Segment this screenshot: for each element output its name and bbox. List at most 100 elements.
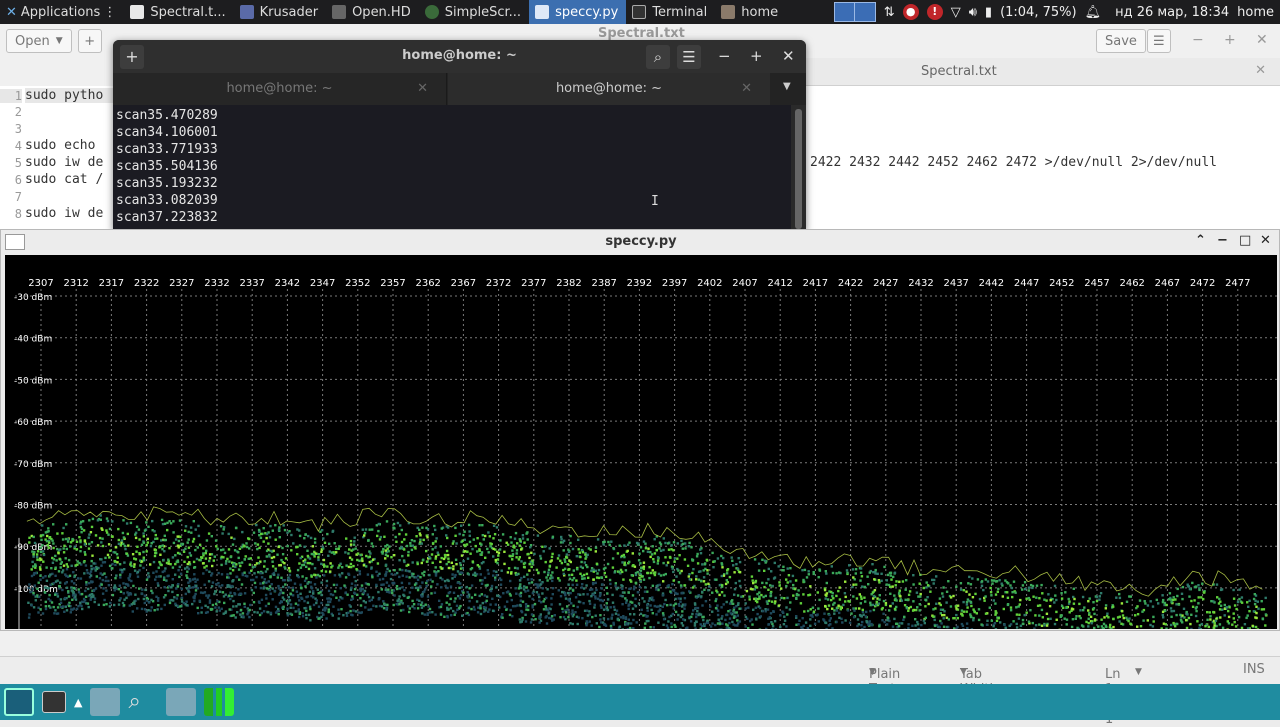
spectrum-point <box>123 604 125 606</box>
spectrum-point <box>278 546 280 548</box>
spectrum-point <box>1098 599 1100 601</box>
spectrum-point <box>700 580 702 582</box>
spectrum-point <box>939 626 941 628</box>
spectrum-point <box>60 598 62 600</box>
tab-close-icon[interactable]: ✕ <box>741 73 752 105</box>
spectrum-point <box>277 576 279 578</box>
spectrum-point <box>327 555 329 557</box>
spectrum-point <box>607 618 609 620</box>
maximize-icon[interactable]: + <box>1224 32 1236 48</box>
spectrum-point <box>736 619 738 621</box>
spectrum-point <box>529 563 531 565</box>
tab-spectral[interactable]: Spectral.txt✕ <box>806 58 1280 86</box>
spectrum-point <box>643 562 645 564</box>
taskbar-item-speccy[interactable]: speccy.py <box>529 0 626 24</box>
file-manager-icon[interactable] <box>90 688 120 716</box>
minimize-icon[interactable]: − <box>1217 233 1228 248</box>
battery-status[interactable]: (1:04, 75%) <box>1000 5 1077 20</box>
taskbar-item-openhd[interactable]: Open.HD <box>326 0 419 24</box>
maximize-icon[interactable]: □ <box>1239 233 1251 248</box>
chevron-up-icon[interactable]: ⌃ <box>1195 233 1206 248</box>
spectrum-point <box>842 604 844 606</box>
spectrum-point <box>610 627 612 629</box>
spectrum-point <box>232 600 234 602</box>
spectrum-point <box>267 542 269 544</box>
wifi-icon[interactable]: ▽ <box>951 5 961 20</box>
terminal-tab-1[interactable]: home@home: ~✕ <box>113 73 447 105</box>
spectrum-point <box>972 608 974 610</box>
spectrum-point <box>1188 617 1190 619</box>
spectrum-point <box>697 595 699 597</box>
close-icon[interactable]: ✕ <box>782 47 795 65</box>
tab-close-icon[interactable]: ✕ <box>417 73 428 105</box>
taskbar-item-home[interactable]: home <box>715 0 786 24</box>
code-line[interactable]: sudo iw de <box>25 155 103 170</box>
spectrum-point <box>323 559 325 561</box>
hamburger-menu-button[interactable]: ☰ <box>1147 29 1171 53</box>
code-line[interactable]: sudo echo <box>25 138 103 153</box>
stop-record-icon[interactable]: ● <box>903 4 919 20</box>
taskbar-item-simplescreen[interactable]: SimpleScr... <box>419 0 529 24</box>
tabs-dropdown-icon[interactable]: ▼ <box>783 81 791 92</box>
terminal-output[interactable]: scan35.470289 scan34.106001 scan33.77193… <box>113 105 806 230</box>
spectrum-point <box>195 585 197 587</box>
workspace-switcher[interactable] <box>834 2 876 22</box>
minimize-icon[interactable]: − <box>1192 32 1204 48</box>
network-icon[interactable]: ⇅ <box>884 5 895 20</box>
speccy-launcher-icon[interactable] <box>204 688 234 716</box>
spectrum-point <box>730 600 732 602</box>
spectrum-point <box>326 597 328 599</box>
search-icon[interactable]: ⌕ <box>646 45 670 69</box>
spectrum-point <box>1096 600 1098 602</box>
menu-icon[interactable]: ☰ <box>677 45 701 69</box>
taskbar-item-spectral[interactable]: Spectral.t... <box>124 0 233 24</box>
alert-icon[interactable]: ! <box>927 4 943 20</box>
code-line[interactable]: sudo iw de <box>25 206 103 221</box>
clock[interactable]: нд 26 мар, 18:34 <box>1115 5 1229 20</box>
spectrum-point <box>654 538 656 540</box>
save-button[interactable]: Save <box>1096 29 1146 53</box>
close-icon[interactable]: ✕ <box>1256 32 1268 48</box>
taskbar-item-krusader[interactable]: Krusader <box>234 0 326 24</box>
spectrum-point <box>1007 603 1009 605</box>
spectrum-point <box>468 614 470 616</box>
spectrum-point <box>677 542 679 544</box>
folder-icon[interactable] <box>166 688 196 716</box>
spectrum-point <box>627 628 629 629</box>
spectrum-point <box>730 612 732 614</box>
spectrum-point <box>1162 616 1164 618</box>
code-line-tail[interactable]: 2422 2432 2442 2452 2462 2472 >/dev/null… <box>810 155 1217 170</box>
taskbar-item-terminal[interactable]: Terminal <box>626 0 715 24</box>
tab-close-icon[interactable]: ✕ <box>1255 63 1266 78</box>
maximize-icon[interactable]: + <box>750 47 763 65</box>
spectrum-point <box>88 606 90 608</box>
terminal-scrollbar[interactable] <box>791 105 806 230</box>
spectrum-point <box>823 613 825 615</box>
chevron-up-icon[interactable]: ▲ <box>74 696 82 709</box>
spectrum-point <box>446 537 448 539</box>
terminal-tab-2[interactable]: home@home: ~✕ <box>448 73 770 105</box>
code-line[interactable]: sudo cat / <box>25 172 103 187</box>
user-menu[interactable]: home <box>1237 5 1274 20</box>
spectrum-point <box>278 526 280 528</box>
new-tab-button[interactable]: + <box>78 29 102 53</box>
bell-icon[interactable]: 🔔︎ <box>1085 5 1102 20</box>
close-icon[interactable]: ✕ <box>1260 233 1271 248</box>
spectrum-point <box>1130 623 1132 625</box>
spectrum-point <box>164 594 166 596</box>
terminal-launcher-icon[interactable] <box>42 691 66 713</box>
spectrum-point <box>1037 605 1039 607</box>
open-button[interactable]: Open▼ <box>6 29 72 53</box>
applications-menu[interactable]: ✕Applications⋮ <box>0 0 124 24</box>
code-line[interactable]: sudo pytho <box>25 88 115 103</box>
spectrum-point <box>372 605 374 607</box>
spectrum-point <box>113 604 115 606</box>
minimize-icon[interactable]: − <box>718 47 731 65</box>
spectrum-point <box>579 573 581 575</box>
search-icon[interactable]: ⌕ <box>128 688 158 716</box>
show-desktop-icon[interactable] <box>4 688 34 716</box>
spectrum-point <box>239 548 241 550</box>
spectrum-point <box>468 573 470 575</box>
spectrum-point <box>560 538 562 540</box>
volume-icon[interactable]: 🔊︎ <box>969 5 977 20</box>
